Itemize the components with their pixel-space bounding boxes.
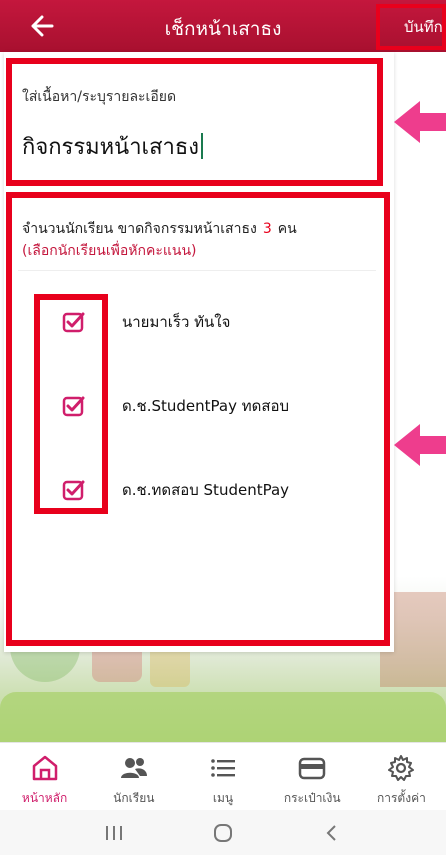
- absent-count: 3: [262, 221, 272, 237]
- text-caret: [201, 133, 204, 159]
- absent-summary: จำนวนนักเรียน ขาดกิจกรรมหน้าเสาธง 3 คน: [22, 218, 297, 240]
- save-button[interactable]: บันทึก: [376, 4, 446, 50]
- recent-apps-icon: [106, 825, 123, 840]
- scene-ground: [0, 692, 446, 742]
- detail-input[interactable]: กิจกรรมหน้าเสาธง: [22, 126, 372, 166]
- student-name: ด.ช.ทดสอบ StudentPay: [122, 481, 290, 499]
- bottom-nav: หน้าหลัก นักเรียน เมนู กระเป๋าเงิน การตั…: [0, 742, 446, 810]
- detail-section: ใส่เนื้อหา/ระบุรายละเอียด กิจกรรมหน้าเสา…: [6, 58, 383, 186]
- nav-label: หน้าหลัก: [21, 791, 68, 805]
- home-system-button[interactable]: [208, 818, 238, 848]
- detail-input-value: กิจกรรมหน้าเสาธง: [22, 134, 200, 160]
- nav-item-students[interactable]: นักเรียน: [89, 743, 178, 810]
- menu-icon: [208, 753, 238, 783]
- checkbox-checked-icon: [62, 312, 85, 333]
- app-bar: เช็กหน้าเสาธง บันทึก: [0, 0, 446, 52]
- gear-icon: [386, 753, 416, 783]
- home-icon: [30, 753, 60, 783]
- nav-item-home[interactable]: หน้าหลัก: [0, 743, 89, 810]
- system-nav-bar: [0, 810, 446, 855]
- nav-item-settings[interactable]: การตั้งค่า: [357, 743, 446, 810]
- nav-label: เมนู: [212, 791, 234, 805]
- checkbox[interactable]: [62, 394, 86, 418]
- home-circle-icon: [213, 823, 232, 842]
- checkbox[interactable]: [62, 310, 86, 334]
- recent-apps-button[interactable]: [99, 818, 129, 848]
- wallet-icon: [297, 753, 327, 783]
- nav-label: กระเป๋าเงิน: [283, 791, 341, 805]
- checkbox-checked-icon: [62, 396, 85, 417]
- nav-label: การตั้งค่า: [376, 791, 426, 805]
- nav-label: นักเรียน: [113, 791, 155, 805]
- student-name: นายมาเร็ว ทันใจ: [122, 313, 231, 331]
- arrow-left-pointer-icon: [394, 424, 446, 466]
- nav-item-menu[interactable]: เมนู: [178, 743, 267, 810]
- student-row[interactable]: ด.ช.ทดสอบ StudentPay: [62, 470, 382, 510]
- checkbox[interactable]: [62, 478, 86, 502]
- student-row[interactable]: นายมาเร็ว ทันใจ: [62, 302, 382, 342]
- chevron-left-icon: [326, 824, 336, 841]
- divider: [18, 270, 376, 271]
- users-icon: [119, 753, 149, 783]
- back-system-button[interactable]: [317, 818, 347, 848]
- select-hint: (เลือกนักเรียนเพื่อหักคะแนน): [22, 243, 197, 259]
- absent-unit: คน: [277, 221, 297, 237]
- nav-item-wallet[interactable]: กระเป๋าเงิน: [268, 743, 357, 810]
- checkbox-checked-icon: [62, 480, 85, 501]
- student-name: ด.ช.StudentPay ทดสอบ: [122, 397, 290, 415]
- absent-summary-text: จำนวนนักเรียน ขาดกิจกรรมหน้าเสาธง: [22, 221, 257, 237]
- student-row[interactable]: ด.ช.StudentPay ทดสอบ: [62, 386, 382, 426]
- detail-label: ใส่เนื้อหา/ระบุรายละเอียด: [22, 89, 177, 105]
- arrow-left-pointer-icon: [394, 101, 446, 143]
